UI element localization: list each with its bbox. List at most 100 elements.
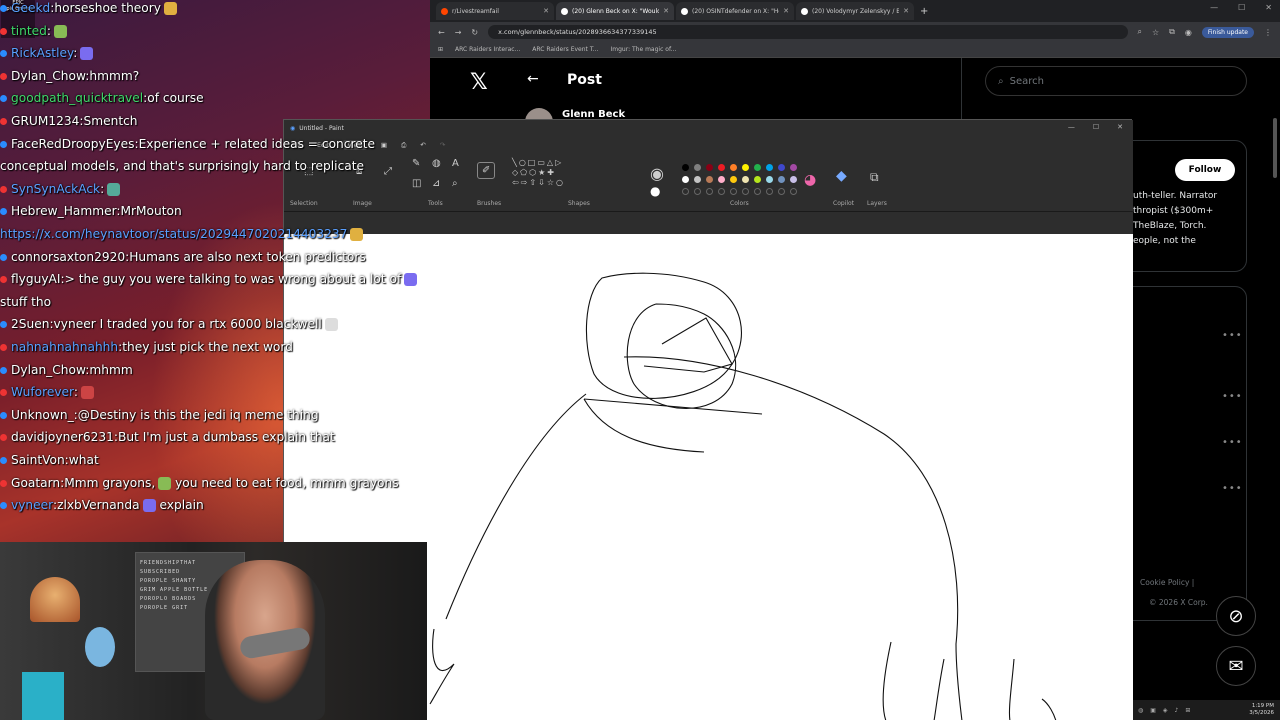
chat-username[interactable]: Geekd [11, 1, 50, 15]
more-icon[interactable]: ••• [1222, 483, 1243, 494]
empty-swatch[interactable] [742, 188, 749, 195]
chat-username[interactable]: Dylan_Chow [11, 69, 85, 83]
more-icon[interactable]: ••• [1222, 437, 1243, 448]
url-field[interactable]: x.com/glennbeck/status/20289366343773391… [488, 25, 1128, 39]
grok-icon[interactable]: ⊘ [1216, 596, 1256, 636]
minimize-icon[interactable]: — [1068, 123, 1075, 131]
color-swatch[interactable] [730, 176, 737, 183]
color-swatch[interactable] [742, 164, 749, 171]
tray-icon[interactable]: ▣ [1150, 707, 1156, 714]
fill-icon[interactable]: ◍ [432, 158, 441, 169]
empty-swatch[interactable] [706, 188, 713, 195]
chat-username[interactable]: davidjoyner6231 [11, 430, 114, 444]
empty-swatch[interactable] [778, 188, 785, 195]
chat-username[interactable]: Unknown_ [11, 408, 74, 422]
finish-update-button[interactable]: Finish update [1201, 26, 1254, 38]
empty-swatch[interactable] [754, 188, 761, 195]
tray-icon[interactable]: ◈ [1163, 707, 1168, 714]
new-tab-button[interactable]: + [920, 6, 928, 17]
clock[interactable]: 1:19 PM 3/5/2026 [1249, 703, 1280, 717]
close-icon[interactable]: ✕ [1265, 3, 1272, 12]
color-swatch[interactable] [718, 176, 725, 183]
layers-icon[interactable]: ⧉ [870, 170, 879, 185]
empty-swatch[interactable] [694, 188, 701, 195]
more-icon[interactable]: ••• [1222, 391, 1243, 402]
zoom-icon[interactable]: ⌕ [1138, 27, 1142, 37]
chat-username[interactable]: goodpath_quicktravel [11, 91, 143, 105]
color-swatch[interactable] [706, 164, 713, 171]
redo-icon[interactable]: ↷ [440, 141, 445, 149]
more-icon[interactable]: ••• [1222, 330, 1243, 341]
chat-link[interactable]: https://x.com/heynavtoor/status/20294470… [0, 227, 347, 241]
reload-icon[interactable]: ↻ [471, 28, 478, 37]
chat-username[interactable]: flyguyAI [11, 272, 61, 286]
empty-swatch[interactable] [766, 188, 773, 195]
tab-close-icon[interactable]: ✕ [783, 7, 789, 15]
maximize-icon[interactable]: ☐ [1093, 123, 1099, 131]
tab-0[interactable]: r/Livestreamfail ✕ [436, 2, 554, 20]
forward-icon[interactable]: → [455, 28, 462, 37]
tray-icon[interactable]: ♪ [1175, 707, 1179, 714]
chat-username[interactable]: 2Suen [11, 317, 49, 331]
back-arrow-icon[interactable]: ← [527, 71, 539, 87]
bookmark-1[interactable]: ARC Raiders Interac... [455, 46, 520, 53]
empty-swatch[interactable] [718, 188, 725, 195]
apps-icon[interactable]: ⊞ [438, 46, 443, 53]
chat-username[interactable]: Hebrew_Hammer [11, 204, 116, 218]
messages-icon[interactable]: ✉ [1216, 646, 1256, 686]
color-swatch[interactable] [778, 164, 785, 171]
chat-username[interactable]: tinted [11, 24, 47, 38]
color-picker-icon[interactable]: ⊿ [432, 178, 440, 189]
chat-username[interactable]: Goatarn [11, 476, 60, 490]
color-swatch[interactable] [730, 164, 737, 171]
chat-username[interactable]: GRUM1234 [11, 114, 79, 128]
color-swatch[interactable] [778, 176, 785, 183]
follow-button[interactable]: Follow [1175, 159, 1235, 181]
chat-username[interactable]: nahnahnahnahhh [11, 340, 118, 354]
tab-1[interactable]: (20) Glenn Beck on X: "Would I...✕ [556, 2, 674, 20]
back-icon[interactable]: ← [438, 28, 445, 37]
tray-icon[interactable]: ⊞ [1185, 707, 1190, 714]
color-swatch[interactable] [790, 176, 797, 183]
color-swatch[interactable] [754, 176, 761, 183]
scrollbar[interactable] [1273, 118, 1277, 178]
close-icon[interactable]: ✕ [1117, 123, 1123, 131]
magnifier-icon[interactable]: ⌕ [452, 178, 458, 189]
color-swatch[interactable] [718, 164, 725, 171]
tab-close-icon[interactable]: ✕ [903, 7, 909, 15]
x-logo-icon[interactable]: 𝕏 [470, 70, 488, 95]
menu-icon[interactable]: ⋮ [1264, 28, 1272, 37]
chat-username[interactable]: Wuforever [11, 385, 74, 399]
chat-username[interactable]: SynSynAckAck [11, 182, 100, 196]
bookmark-star-icon[interactable]: ☆ [1152, 28, 1159, 37]
color-swatch[interactable] [766, 164, 773, 171]
chat-username[interactable]: Dylan_Chow [11, 363, 85, 377]
color-swatch[interactable] [790, 164, 797, 171]
minimize-icon[interactable]: — [1210, 3, 1218, 12]
extensions-icon[interactable]: ⧉ [1169, 27, 1175, 37]
brushes-icon[interactable]: ✐ [477, 162, 496, 179]
search-input[interactable]: ⌕ Search [985, 66, 1247, 96]
empty-swatch[interactable] [682, 188, 689, 195]
bookmark-2[interactable]: ARC Raiders Event T... [532, 46, 598, 53]
color-swatch[interactable] [754, 164, 761, 171]
tab-3[interactable]: (20) Volodymyr Zelenskyy / Bo...✕ [796, 2, 914, 20]
tab-close-icon[interactable]: ✕ [663, 7, 669, 15]
bookmark-3[interactable]: Imgur: The magic of... [611, 46, 677, 53]
color-swatch[interactable] [682, 176, 689, 183]
cookie-policy-link[interactable]: Cookie Policy | [1140, 578, 1194, 587]
chat-username[interactable]: RickAstley [11, 46, 73, 60]
tab-2[interactable]: (20) OSINTdefender on X: "Hez... ✕ [676, 2, 794, 20]
tray-icon[interactable]: ◍ [1138, 707, 1143, 714]
color-swatch[interactable] [694, 176, 701, 183]
chat-username[interactable]: connorsaxton2920 [11, 250, 125, 264]
chat-username[interactable]: vyneer [11, 498, 53, 512]
profile-icon[interactable]: ◉ [1185, 28, 1192, 37]
color-swatch[interactable] [766, 176, 773, 183]
color-swatch[interactable] [742, 176, 749, 183]
empty-swatch[interactable] [730, 188, 737, 195]
maximize-icon[interactable]: ☐ [1238, 3, 1245, 12]
secondary-color-icon[interactable]: ● [650, 184, 660, 198]
primary-color-icon[interactable]: ◉ [650, 164, 664, 183]
tab-close-icon[interactable]: ✕ [543, 7, 549, 15]
